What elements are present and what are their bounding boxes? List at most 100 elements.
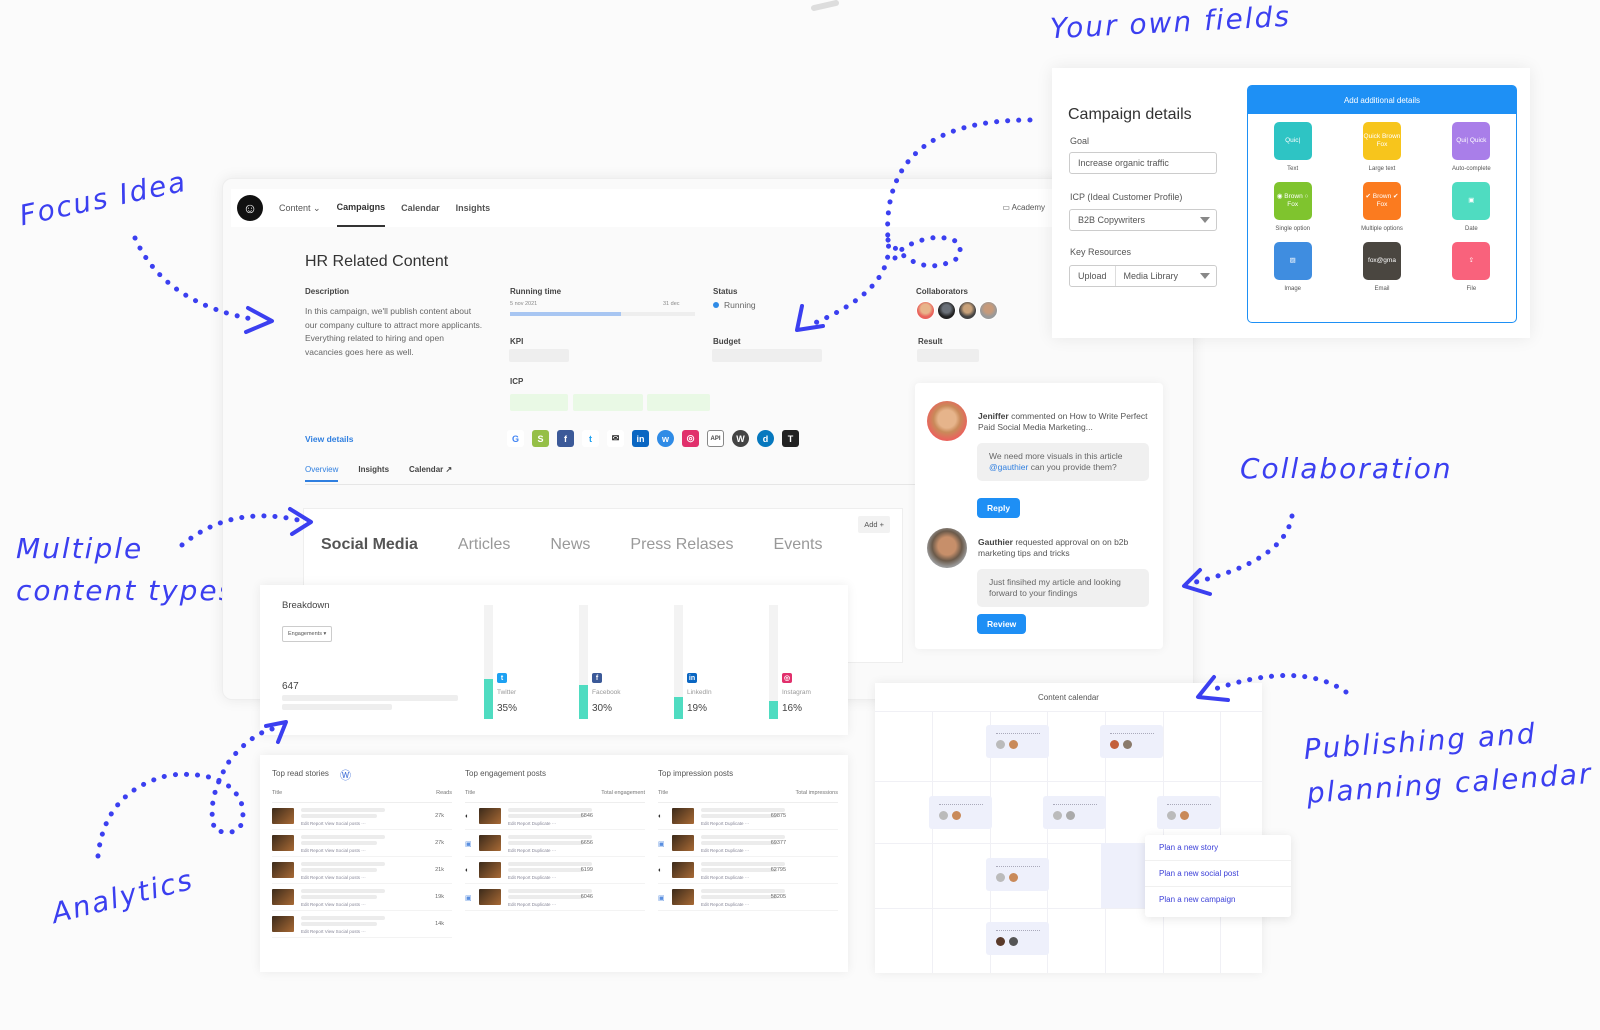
column-value[interactable]: Total engagement: [601, 790, 645, 796]
table-row[interactable]: ▣ Edit Report Duplicate ··· 6046: [465, 884, 645, 911]
field-type-large-text[interactable]: Quick Brown Fox Large text: [1337, 122, 1426, 172]
thumbnail[interactable]: [672, 835, 694, 851]
thumbnail[interactable]: [272, 862, 294, 878]
key-resources-select[interactable]: Upload Media Library: [1069, 265, 1217, 287]
table-row[interactable]: ◐ Edit Report Duplicate ··· 62795: [658, 857, 838, 884]
activity-user[interactable]: Jeniffer: [978, 411, 1009, 421]
field-type-email[interactable]: fox@gma Email: [1337, 242, 1426, 292]
row-actions[interactable]: Edit Report Duplicate ···: [701, 848, 749, 853]
plan-new-social-post[interactable]: Plan a new social post: [1145, 861, 1291, 887]
field-type-multiple-options[interactable]: ✔ Brown ✔ Fox Multiple options: [1337, 182, 1426, 232]
tab-calendar[interactable]: Calendar ↗: [409, 465, 452, 482]
avatar[interactable]: [916, 301, 935, 320]
tab-insights[interactable]: Insights: [358, 465, 389, 482]
table-row[interactable]: ▣ Edit Report Duplicate ··· 58205: [658, 884, 838, 911]
add-content-button[interactable]: Add +: [858, 516, 890, 533]
api-icon[interactable]: API: [707, 430, 724, 447]
nav-content[interactable]: Content ⌄: [279, 189, 321, 227]
facebook-icon[interactable]: f: [557, 430, 574, 447]
row-actions[interactable]: Edit Report Duplicate ···: [701, 902, 749, 907]
row-actions[interactable]: Edit Report Duplicate ···: [701, 821, 749, 826]
tab-press-releases[interactable]: Press Relases: [630, 536, 733, 554]
activity-user[interactable]: Gauthier: [978, 537, 1013, 547]
goal-input[interactable]: Increase organic traffic: [1069, 152, 1217, 174]
shopify-icon[interactable]: S: [532, 430, 549, 447]
thumbnail[interactable]: [672, 889, 694, 905]
mention-link[interactable]: @gauthier: [989, 462, 1028, 472]
column-title[interactable]: Title: [465, 790, 475, 796]
row-actions[interactable]: Edit Report View Social posts ···: [301, 902, 366, 907]
email-icon[interactable]: ✉: [607, 430, 624, 447]
reply-button[interactable]: Reply: [977, 498, 1021, 518]
field-type-file[interactable]: ⇪ File: [1427, 242, 1516, 292]
tab-events[interactable]: Events: [774, 536, 823, 554]
table-row[interactable]: ◐ Edit Report Duplicate ··· 6846: [465, 803, 645, 830]
calendar-event[interactable]: [929, 796, 992, 829]
nav-calendar[interactable]: Calendar: [401, 189, 440, 227]
media-library-button[interactable]: Media Library: [1114, 266, 1178, 286]
chevron-down-icon[interactable]: [1200, 273, 1210, 279]
row-actions[interactable]: Edit Report Duplicate ···: [701, 875, 749, 880]
nav-academy[interactable]: ▭ Academy: [1002, 203, 1045, 212]
calendar-event[interactable]: [1043, 796, 1106, 829]
review-button[interactable]: Review: [977, 614, 1027, 634]
webflow-icon[interactable]: w: [657, 430, 674, 447]
field-type-date[interactable]: ▣ Date: [1427, 182, 1516, 232]
view-details-link[interactable]: View details: [305, 434, 354, 444]
row-actions[interactable]: Edit Report Duplicate ···: [508, 875, 556, 880]
thumbnail[interactable]: [479, 808, 501, 824]
wordpress-icon[interactable]: W: [732, 430, 749, 447]
google-icon[interactable]: G: [507, 430, 524, 447]
row-actions[interactable]: Edit Report Duplicate ···: [508, 848, 556, 853]
tab-articles[interactable]: Articles: [458, 536, 510, 554]
plan-new-campaign[interactable]: Plan a new campaign: [1145, 887, 1291, 913]
table-row[interactable]: Edit Report View Social posts ··· 19k: [272, 884, 452, 911]
table-row[interactable]: ▣ Edit Report Duplicate ··· 6656: [465, 830, 645, 857]
plan-new-story[interactable]: Plan a new story: [1145, 835, 1291, 861]
thumbnail[interactable]: [479, 889, 501, 905]
table-row[interactable]: ▣ Edit Report Duplicate ··· 69377: [658, 830, 838, 857]
table-row[interactable]: Edit Report View Social posts ··· 14k: [272, 911, 452, 938]
avatar[interactable]: [927, 401, 967, 441]
calendar-event[interactable]: [1157, 796, 1220, 829]
metric-select[interactable]: Engagements ▾: [282, 626, 333, 642]
column-title[interactable]: Title: [658, 790, 668, 796]
calendar-event[interactable]: [986, 858, 1049, 891]
tab-overview[interactable]: Overview: [305, 465, 339, 482]
avatar[interactable]: [937, 301, 956, 320]
thumbnail[interactable]: [272, 835, 294, 851]
thumbnail[interactable]: [272, 916, 294, 932]
drupal-icon[interactable]: d: [757, 430, 774, 447]
field-type-text[interactable]: Quic| Text: [1248, 122, 1337, 172]
app-logo[interactable]: ☺: [237, 195, 263, 221]
table-row[interactable]: ◐ Edit Report Duplicate ··· 69875: [658, 803, 838, 830]
upload-button[interactable]: Upload: [1078, 271, 1107, 281]
thumbnail[interactable]: [672, 862, 694, 878]
table-row[interactable]: Edit Report View Social posts ··· 27k: [272, 803, 452, 830]
selected-cell[interactable]: [1101, 843, 1145, 908]
typepad-icon[interactable]: T: [782, 430, 799, 447]
thumbnail[interactable]: [479, 862, 501, 878]
avatar[interactable]: [979, 301, 998, 320]
thumbnail[interactable]: [479, 835, 501, 851]
nav-campaigns[interactable]: Campaigns: [336, 189, 386, 227]
calendar-event[interactable]: [1100, 725, 1163, 758]
row-actions[interactable]: Edit Report View Social posts ···: [301, 821, 366, 826]
column-value[interactable]: Reads: [436, 790, 452, 796]
table-row[interactable]: Edit Report View Social posts ··· 27k: [272, 830, 452, 857]
field-type-single-option[interactable]: ◉ Brown ○ Fox Single option: [1248, 182, 1337, 232]
row-actions[interactable]: Edit Report View Social posts ···: [301, 929, 366, 934]
avatar[interactable]: [958, 301, 977, 320]
thumbnail[interactable]: [672, 808, 694, 824]
linkedin-icon[interactable]: in: [632, 430, 649, 447]
table-row[interactable]: ◐ Edit Report Duplicate ··· 6199: [465, 857, 645, 884]
row-actions[interactable]: Edit Report Duplicate ···: [508, 821, 556, 826]
calendar-event[interactable]: [986, 725, 1049, 758]
table-row[interactable]: Edit Report View Social posts ··· 21k: [272, 857, 452, 884]
column-value[interactable]: Total impressions: [796, 790, 839, 796]
column-title[interactable]: Title: [272, 790, 282, 796]
thumbnail[interactable]: [272, 889, 294, 905]
row-actions[interactable]: Edit Report Duplicate ···: [508, 902, 556, 907]
tab-social-media[interactable]: Social Media: [321, 536, 418, 554]
field-type-image[interactable]: ▨ Image: [1248, 242, 1337, 292]
